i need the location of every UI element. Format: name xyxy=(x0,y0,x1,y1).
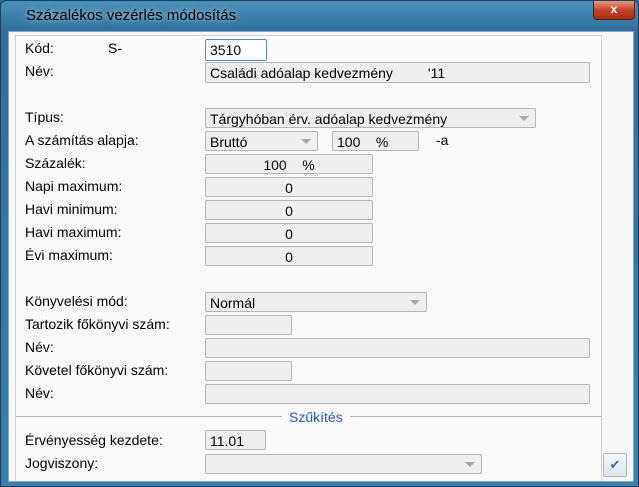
evi-max-field[interactable]: 0 xyxy=(205,246,373,266)
tipus-value: Tárgyhóban érv. adóalap kedvezmény xyxy=(210,111,448,127)
tartozik-nev-label: Név: xyxy=(25,339,54,355)
havi-max-field[interactable]: 0 xyxy=(205,223,373,243)
kovetel-nev-field xyxy=(205,384,590,404)
chevron-down-icon xyxy=(465,462,475,467)
alap-dropdown[interactable]: Bruttó xyxy=(205,131,318,151)
dialog-client: Kód: S- 3510 Név: Családi adóalap kedvez… xyxy=(8,31,634,482)
kod-input[interactable]: 3510 xyxy=(205,39,267,61)
alap-percent-field[interactable]: 100 % xyxy=(332,131,419,151)
tipus-dropdown[interactable]: Tárgyhóban érv. adóalap kedvezmény xyxy=(205,108,536,128)
havi-max-label: Havi maximum: xyxy=(25,224,122,240)
close-button[interactable]: x xyxy=(593,1,635,20)
alap-value: Bruttó xyxy=(210,134,248,150)
szukites-heading: Szűkítés xyxy=(282,409,350,425)
dialog-window: Százalékos vezérlés módosítás x Kód: S- … xyxy=(0,0,639,487)
confirm-button[interactable]: ✔ xyxy=(603,453,627,477)
konyv-dropdown[interactable]: Normál xyxy=(205,292,427,312)
szazalek-field[interactable]: 100 % xyxy=(205,154,373,174)
nev-field: Családi adóalap kedvezmény '11 xyxy=(205,62,590,83)
napi-max-field[interactable]: 0 xyxy=(205,177,373,197)
kovetel-nev-label: Név: xyxy=(25,385,54,401)
evi-max-label: Évi maximum: xyxy=(25,247,113,263)
tipus-label: Típus: xyxy=(25,109,64,125)
nev-label: Név: xyxy=(25,63,54,79)
konyv-label: Könyvelési mód: xyxy=(25,293,128,309)
erv-label: Érvényesség kezdete: xyxy=(25,432,163,448)
kod-prefix: S- xyxy=(108,40,122,56)
napi-max-label: Napi maximum: xyxy=(25,178,123,194)
chevron-down-icon xyxy=(410,300,420,305)
erv-field[interactable]: 11.01 xyxy=(205,430,266,450)
window-title: Százalékos vezérlés módosítás xyxy=(26,7,237,24)
tartozik-label: Tartozik főkönyvi szám: xyxy=(25,316,170,332)
tartozik-nev-field xyxy=(205,338,590,358)
havi-min-label: Havi minimum: xyxy=(25,201,118,217)
konyv-value: Normál xyxy=(210,295,256,311)
alap-label: A számítás alapja: xyxy=(25,132,139,148)
checkmark-icon: ✔ xyxy=(609,457,621,472)
havi-min-field[interactable]: 0 xyxy=(205,200,373,220)
tartozik-field[interactable] xyxy=(205,315,292,335)
chevron-down-icon xyxy=(519,116,529,121)
jog-label: Jogviszony: xyxy=(25,455,99,471)
kod-label: Kód: xyxy=(25,40,54,56)
alap-suffix: -a xyxy=(436,132,449,148)
jog-dropdown[interactable] xyxy=(205,454,482,474)
kovetel-label: Követel főkönyvi szám: xyxy=(25,362,169,378)
form-panel: Kód: S- 3510 Név: Családi adóalap kedvez… xyxy=(15,35,602,481)
chevron-down-icon xyxy=(301,139,311,144)
szazalek-label: Százalék: xyxy=(25,155,86,171)
kovetel-field[interactable] xyxy=(205,361,292,381)
